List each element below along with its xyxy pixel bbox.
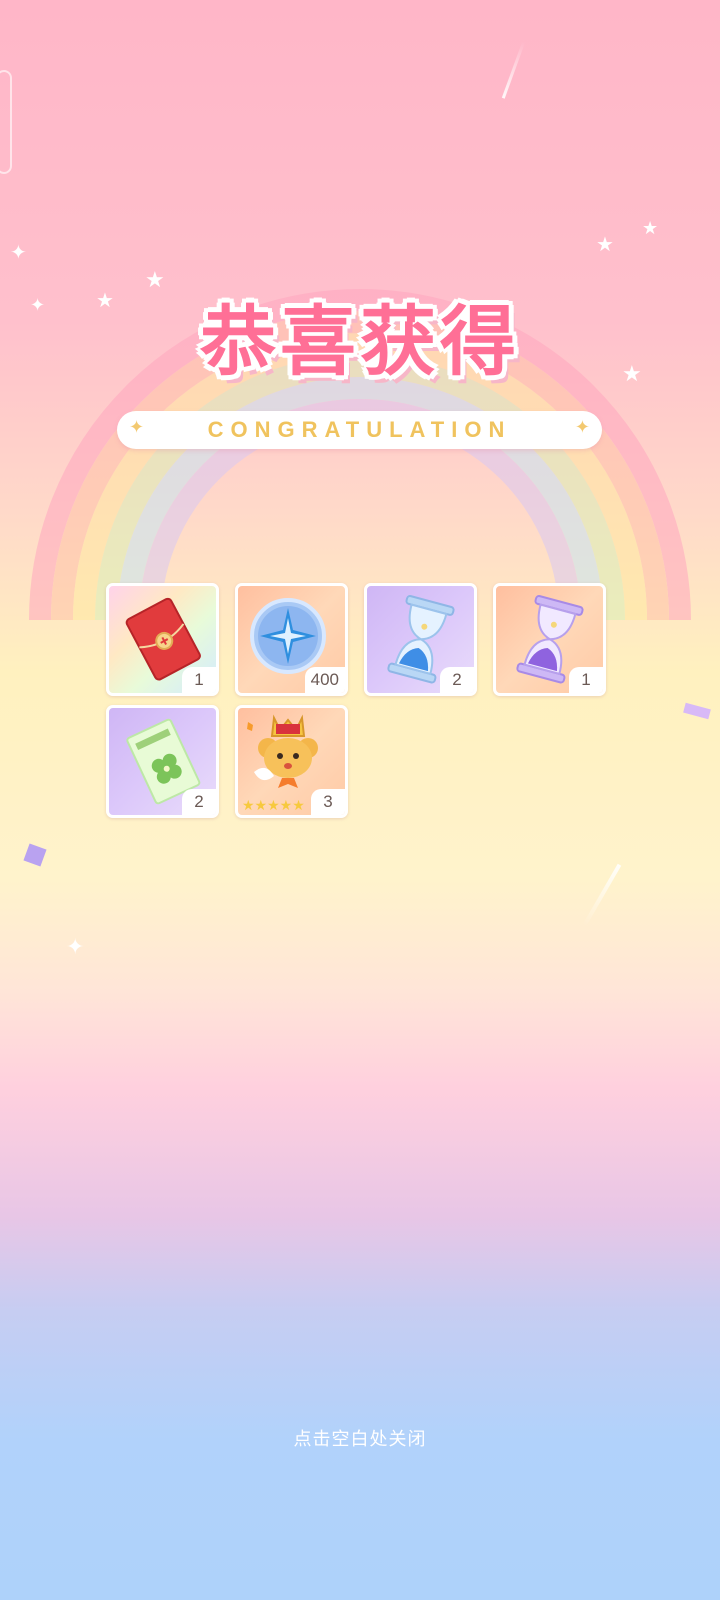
congratulation-text: CONGRATULATION <box>207 417 512 442</box>
reward-item-blue-hourglass[interactable]: 2 <box>364 583 477 696</box>
item-count: 1 <box>569 667 603 693</box>
reward-item-red-envelope[interactable]: 1 <box>106 583 219 696</box>
sparkle-decoration: ✦ <box>10 240 27 264</box>
sparkle-decoration: ★ <box>642 218 659 239</box>
sparkle-icon: ✦ <box>129 417 145 438</box>
reward-item-kero-figure[interactable]: ★★★★★ 3 <box>235 705 348 818</box>
reward-title: 恭喜获得 <box>200 297 520 386</box>
confetti-decoration <box>23 843 47 867</box>
reward-item-purple-hourglass[interactable]: 1 <box>493 583 606 696</box>
congratulation-banner: ✦ CONGRATULATION ✦ <box>117 411 602 449</box>
reward-item-clover-ticket[interactable]: 2 <box>106 705 219 818</box>
sparkle-decoration: ★ <box>596 232 614 256</box>
svg-text:★★★★★: ★★★★★ <box>242 798 305 814</box>
sparkle-icon: ✦ <box>574 417 590 438</box>
item-count: 3 <box>311 789 345 815</box>
reward-item-star-coin[interactable]: 400 <box>235 583 348 696</box>
item-count: 2 <box>440 667 474 693</box>
tap-to-close-hint[interactable]: 点击空白处关闭 <box>0 1425 720 1451</box>
sparkle-decoration: ✦ <box>66 935 85 960</box>
item-count: 2 <box>182 789 216 815</box>
item-count: 400 <box>304 667 345 693</box>
confetti-decoration <box>683 702 711 720</box>
item-count: 1 <box>182 667 216 693</box>
streak-decoration <box>582 863 622 927</box>
